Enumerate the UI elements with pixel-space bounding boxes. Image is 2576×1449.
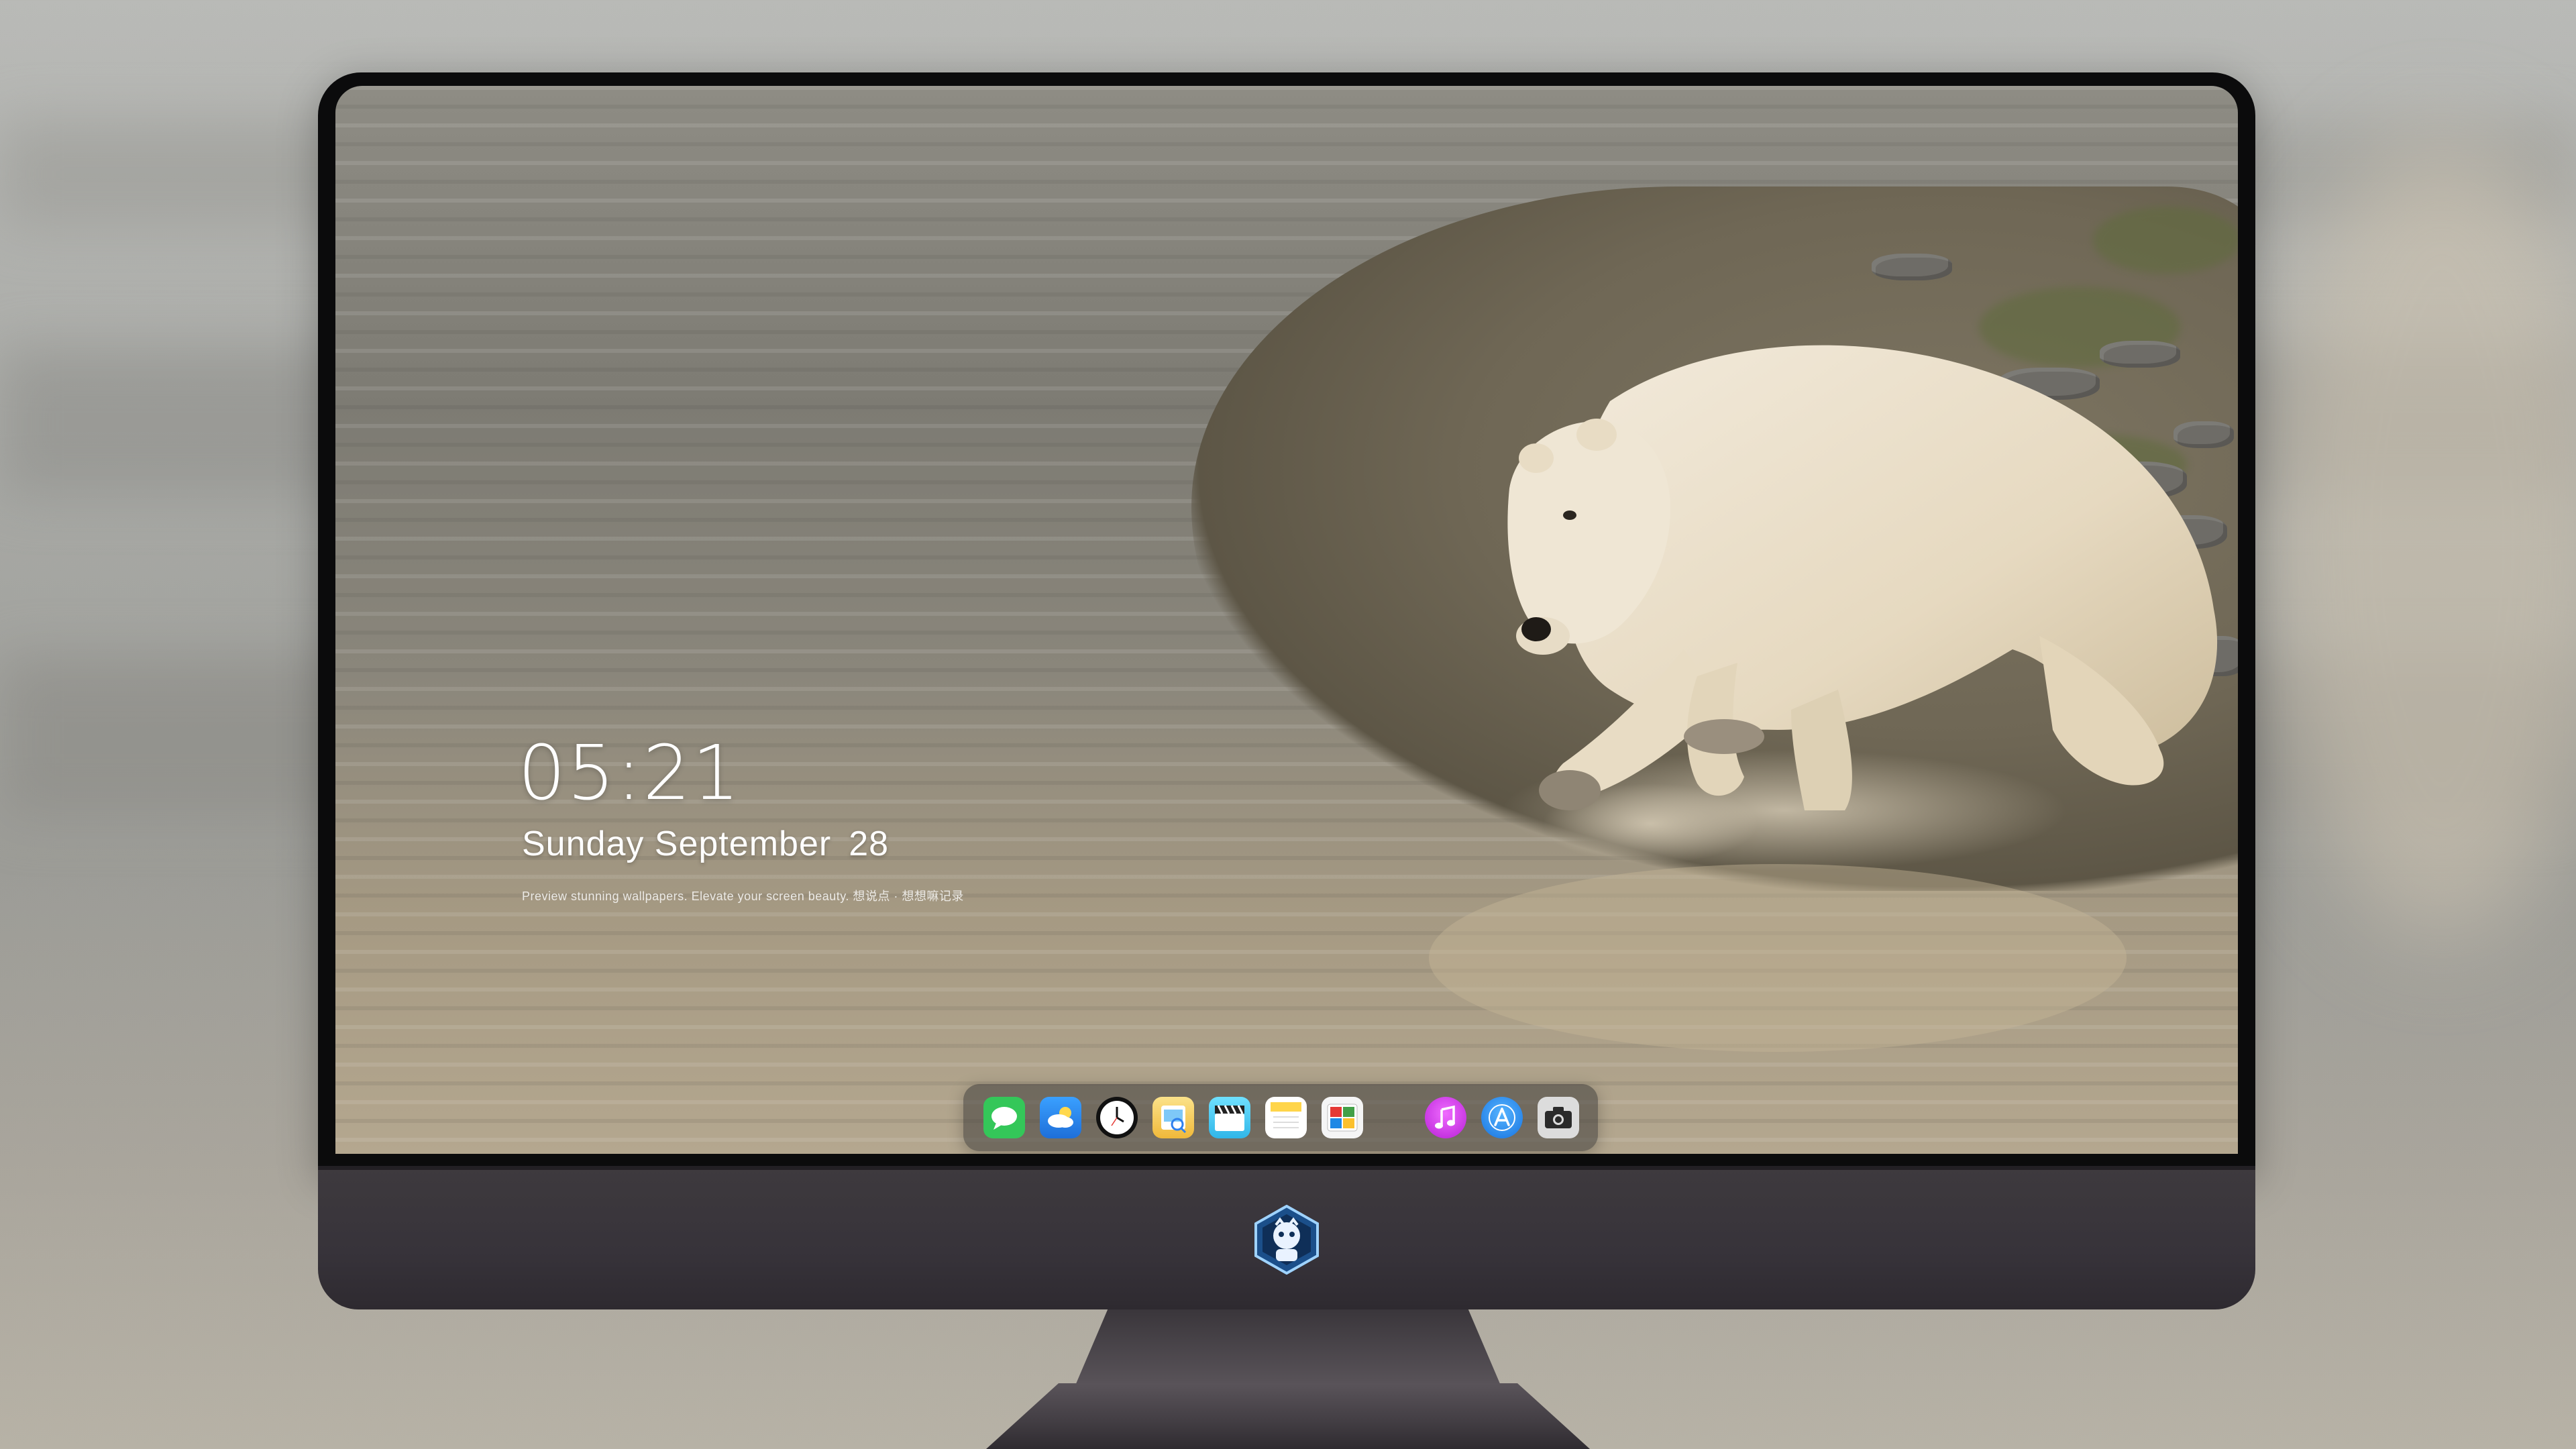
dock (963, 1084, 1598, 1151)
app-store-icon (1489, 1104, 1515, 1131)
brand-logo-icon (1254, 1205, 1319, 1275)
notes-icon (1271, 1102, 1301, 1128)
dock-item-messages[interactable] (983, 1097, 1025, 1138)
weather-icon (1048, 1107, 1073, 1128)
dock-item-music[interactable] (1425, 1097, 1466, 1138)
dock-item-weather[interactable] (1040, 1097, 1081, 1138)
background-bear-blur (2267, 134, 2576, 939)
monitor-screen[interactable]: 05:21 Sunday September 28 Preview stunnin… (335, 86, 2238, 1154)
music-note-icon (1435, 1105, 1455, 1129)
preview-icon (1161, 1106, 1187, 1134)
lockscreen-weekday-month: Sunday September (522, 824, 832, 863)
clapperboard-icon (1215, 1105, 1244, 1131)
dock-item-photo-booth[interactable] (1322, 1097, 1363, 1138)
lockscreen-date: Sunday September 28 (522, 824, 889, 864)
dock-item-clips[interactable] (1209, 1097, 1250, 1138)
lockscreen-day-number: 28 (849, 824, 890, 863)
monitor-stand-neck (1073, 1309, 1503, 1390)
photo-booth-icon (1327, 1104, 1358, 1132)
clock-icon (1100, 1101, 1134, 1134)
lockscreen-tagline: Preview stunning wallpapers. Elevate you… (522, 890, 964, 903)
dock-item-notes[interactable] (1265, 1097, 1307, 1138)
camera-icon (1545, 1107, 1572, 1128)
lockscreen-time: 05:21 (518, 730, 741, 817)
monitor-stand-base (986, 1383, 1590, 1449)
dock-item-clock[interactable] (1096, 1097, 1138, 1138)
polar-bear-illustration (1429, 345, 2218, 1052)
dock-item-preview[interactable] (1152, 1097, 1194, 1138)
dock-item-camera[interactable] (1538, 1097, 1579, 1138)
chat-bubble-icon (991, 1107, 1017, 1130)
dock-item-app-store[interactable] (1481, 1097, 1523, 1138)
